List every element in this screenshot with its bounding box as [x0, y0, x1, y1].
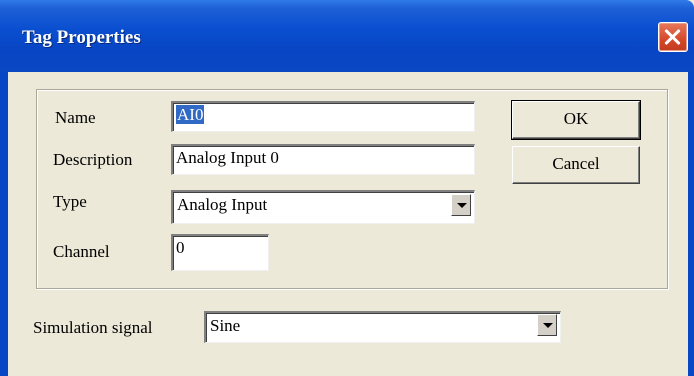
- name-input-value: AI0: [176, 105, 205, 124]
- description-input-value: Analog Input 0: [176, 148, 279, 167]
- chevron-down-icon[interactable]: [451, 194, 471, 216]
- tag-properties-dialog: Tag Properties Name AI0 Description Anal…: [0, 0, 694, 376]
- simulation-signal-select[interactable]: Sine: [204, 311, 561, 343]
- type-select-value: Analog Input: [171, 190, 475, 224]
- type-select[interactable]: Analog Input: [171, 190, 475, 224]
- title-bar: Tag Properties: [0, 0, 694, 72]
- window-border-left: [0, 72, 8, 376]
- type-label: Type: [53, 192, 87, 211]
- dialog-title: Tag Properties: [22, 27, 141, 48]
- cancel-button[interactable]: Cancel: [512, 146, 640, 184]
- name-label: Name: [55, 108, 96, 127]
- description-label: Description: [53, 150, 133, 169]
- window-border-right: [688, 72, 694, 376]
- name-input[interactable]: AI0: [171, 101, 475, 132]
- channel-input[interactable]: 0: [171, 234, 269, 271]
- channel-input-value: 0: [176, 238, 185, 257]
- ok-button[interactable]: OK: [511, 100, 641, 140]
- simulation-signal-label: Simulation signal: [33, 318, 153, 337]
- channel-label: Channel: [53, 242, 110, 261]
- close-button[interactable]: [658, 22, 688, 52]
- simulation-signal-value: Sine: [204, 311, 561, 343]
- chevron-down-icon[interactable]: [537, 314, 557, 336]
- description-input[interactable]: Analog Input 0: [171, 144, 475, 175]
